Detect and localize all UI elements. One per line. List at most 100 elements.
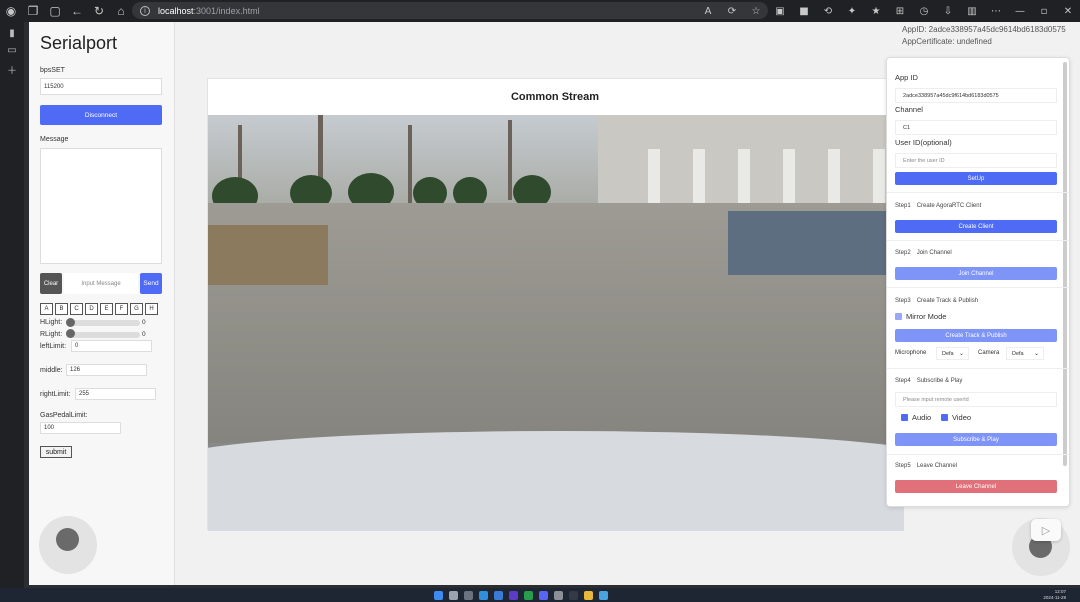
task-view-icon[interactable] (464, 591, 473, 600)
key-f-button[interactable]: F (115, 303, 128, 315)
key-c-button[interactable]: C (70, 303, 83, 315)
remote-userid-input[interactable]: Please input remote userId (895, 392, 1057, 407)
middle-input[interactable]: 126 (66, 364, 147, 376)
favorite-icon[interactable]: ☆ (744, 6, 768, 17)
send-button[interactable]: Send (140, 273, 162, 294)
audio-checkbox[interactable] (901, 414, 908, 421)
key-buttons: A B C D E F G H (40, 303, 158, 315)
home-icon[interactable]: ⌂ (110, 4, 132, 18)
folder-icon[interactable] (584, 591, 593, 600)
submit-button[interactable]: submit (40, 446, 72, 458)
disconnect-button[interactable]: Disconnect (40, 105, 162, 125)
create-client-button[interactable]: Create Client (895, 220, 1057, 233)
panel-scrollbar[interactable] (1063, 62, 1067, 466)
edge-icon[interactable] (479, 591, 488, 600)
audio-label: Audio (912, 413, 932, 422)
step5-number: Step5 (895, 463, 911, 469)
key-d-button[interactable]: D (85, 303, 98, 315)
extension-icon[interactable]: ■ (792, 6, 816, 17)
collections-icon[interactable]: ⊞ (888, 6, 912, 17)
step5-text: Leave Channel (916, 463, 958, 469)
active-tab-icon[interactable]: ▭ (0, 45, 24, 56)
sidebar-icon[interactable]: ▥ (960, 6, 984, 17)
key-g-button[interactable]: G (130, 303, 143, 315)
browser-actions: A ⟳ ☆ ▣ ■ ⟲ ✦ ★ ⊞ ◷ ⇩ ▥ ⋯ — ▫ ✕ (696, 0, 1080, 22)
search-icon[interactable] (449, 591, 458, 600)
camera-select[interactable]: Defa ⌄ (1006, 347, 1044, 360)
app-icon[interactable] (539, 591, 548, 600)
gaspedal-input[interactable]: 100 (40, 422, 121, 434)
refresh-icon[interactable]: ↻ (88, 4, 110, 18)
message-input[interactable]: Input Message (64, 273, 138, 294)
browser-toolbar: ◉ ❐ ▢ ← ↻ ⌂ i localhost:3001/index.html … (0, 0, 1080, 22)
start-icon[interactable] (434, 591, 443, 600)
serialport-title: Serialport (40, 33, 118, 53)
rightlimit-input[interactable]: 255 (75, 388, 156, 400)
app-icon[interactable] (509, 591, 518, 600)
rlight-slider[interactable] (66, 332, 140, 338)
camera-label: Camera (978, 350, 1000, 356)
tab-list-icon[interactable]: ▮ (0, 28, 24, 39)
userid-input[interactable]: Enter the user ID (895, 153, 1057, 168)
mirror-mode-checkbox[interactable] (895, 313, 902, 320)
joystick-knob[interactable] (56, 528, 79, 551)
tab-icon[interactable]: ❐ (22, 4, 44, 18)
app-icon[interactable] (494, 591, 503, 600)
clear-button[interactable]: Clear (40, 273, 62, 294)
key-a-button[interactable]: A (40, 303, 53, 315)
app-icon[interactable] (599, 591, 608, 600)
video-row[interactable]: Video (941, 413, 971, 422)
microphone-select[interactable]: Defa ⌄ (936, 347, 969, 360)
setup-button[interactable]: SetUp (895, 172, 1057, 185)
channel-input[interactable]: C1 (895, 120, 1057, 135)
mirror-mode-row[interactable]: Mirror Mode (895, 312, 946, 321)
play-icon[interactable]: ▷ (1031, 519, 1061, 541)
key-b-button[interactable]: B (55, 303, 68, 315)
subscribe-play-button[interactable]: Subscribe & Play (895, 433, 1057, 446)
leave-channel-button[interactable]: Leave Channel (895, 480, 1057, 493)
minimize-icon[interactable]: — (1008, 6, 1032, 17)
wechat-icon[interactable] (524, 591, 533, 600)
appid-input[interactable]: 2adce338957a45dc9f614bd6183d0575 (895, 88, 1057, 103)
hlight-slider[interactable] (66, 320, 140, 326)
read-aloud-icon[interactable]: A (696, 6, 720, 17)
address-bar[interactable]: i localhost:3001/index.html (132, 2, 768, 19)
hlight-slider-thumb[interactable] (66, 318, 75, 327)
video-column (783, 149, 795, 205)
key-h-button[interactable]: H (145, 303, 158, 315)
more-icon[interactable]: ⋯ (984, 6, 1008, 17)
favorites-icon[interactable]: ★ (864, 6, 888, 17)
split-screen-icon[interactable]: ▣ (768, 6, 792, 17)
close-icon[interactable]: ✕ (1056, 6, 1080, 17)
info-icon[interactable]: i (140, 5, 150, 16)
rlight-slider-thumb[interactable] (66, 329, 75, 338)
back-icon[interactable]: ← (66, 4, 88, 18)
extensions-icon[interactable]: ✦ (840, 6, 864, 17)
step3-text: Create Track & Publish (916, 298, 979, 304)
mirror-mode-label: Mirror Mode (906, 312, 947, 321)
key-e-button[interactable]: E (100, 303, 113, 315)
app-icon[interactable] (554, 591, 563, 600)
taskbar-clock[interactable]: 12:07 2024-11-29 (1043, 589, 1066, 601)
audio-row[interactable]: Audio (901, 413, 931, 422)
video-checkbox[interactable] (941, 414, 948, 421)
rightlimit-label: rightLimit: (40, 391, 71, 398)
history-icon[interactable]: ◷ (912, 6, 936, 17)
leftlimit-input[interactable]: 0 (71, 340, 152, 352)
maximize-icon[interactable]: ▫ (1032, 6, 1056, 17)
profile-icon[interactable]: ◉ (0, 4, 22, 18)
tabs-icon[interactable]: ▢ (44, 4, 66, 18)
message-textarea[interactable] (40, 148, 162, 264)
stream-title: Common Stream (510, 91, 600, 103)
new-tab-icon[interactable]: ＋ (0, 62, 24, 77)
terminal-icon[interactable] (569, 591, 578, 600)
join-channel-button[interactable]: Join Channel (895, 267, 1057, 280)
sync-icon[interactable]: ⟲ (816, 6, 840, 17)
hlight-value: 0 (142, 319, 146, 326)
video-building (598, 115, 904, 207)
downloads-icon[interactable]: ⇩ (936, 6, 960, 17)
translate-icon[interactable]: ⟳ (720, 6, 744, 17)
video-grass (208, 225, 328, 285)
bps-input[interactable]: 115200 (40, 78, 162, 95)
create-track-button[interactable]: Create Track & Publish (895, 329, 1057, 342)
